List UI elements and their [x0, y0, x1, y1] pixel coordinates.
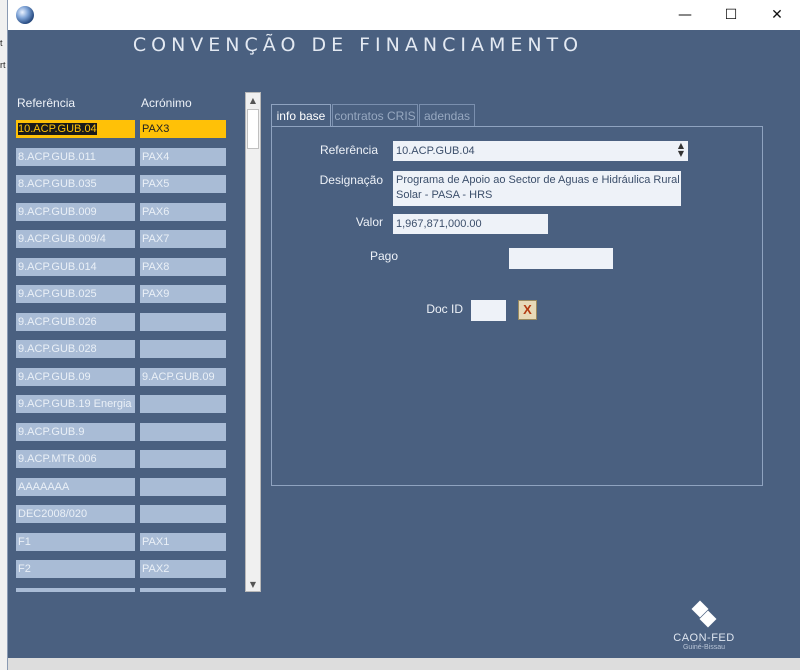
- edge-text-2: rt: [0, 60, 6, 70]
- acronym-cell[interactable]: [140, 423, 226, 441]
- reference-cell-text: 8.ACP.GUB.035: [18, 178, 97, 190]
- acronym-cell[interactable]: [140, 478, 226, 496]
- referencia-spinner[interactable]: ▲ ▼: [676, 142, 686, 158]
- referencia-label: Referência: [319, 143, 378, 157]
- reference-cell[interactable]: AAAAAAA: [16, 478, 135, 496]
- pago-field[interactable]: [509, 248, 613, 269]
- main-content: CONVENÇÃO DE FINANCIAMENTO Referência Ac…: [8, 30, 800, 658]
- acronym-cell[interactable]: 9.ACP.GUB.09: [140, 368, 226, 386]
- acronym-cell[interactable]: [140, 340, 226, 358]
- reference-cell-text: FIN.FED.2003/004-00: [18, 591, 126, 592]
- column-header-acronym: Acrónimo: [141, 96, 192, 110]
- reference-cell-text: 9.ACP.GUB.009/4: [18, 233, 106, 245]
- acronym-cell[interactable]: PAX2: [140, 560, 226, 578]
- reference-cell[interactable]: 8.ACP.GUB.035: [16, 175, 135, 193]
- reference-cell[interactable]: 10.ACP.GUB.04: [16, 120, 135, 138]
- reference-cell-text: 9.ACP.MTR.006: [18, 453, 97, 465]
- reference-cell[interactable]: F1: [16, 533, 135, 551]
- acronym-cell[interactable]: PAX3: [140, 120, 226, 138]
- acronym-cell[interactable]: PAX1: [140, 533, 226, 551]
- acronym-cell[interactable]: [140, 505, 226, 523]
- referencia-value: 10.ACP.GUB.04: [396, 145, 475, 157]
- reference-cell-text: 8.ACP.GUB.011: [18, 151, 96, 163]
- pago-label: Pago: [369, 249, 398, 263]
- tab-adendas[interactable]: adendas: [419, 104, 475, 126]
- acronym-cell[interactable]: [140, 395, 226, 413]
- reference-cell-text: 9.ACP.GUB.025: [18, 288, 97, 300]
- reference-cell-text: 9.ACP.GUB.009: [18, 206, 97, 218]
- reference-cell-text: 9.ACP.GUB.19 Energia: [18, 398, 132, 410]
- minimize-button[interactable]: —: [662, 0, 708, 30]
- acronym-cell[interactable]: PAX5: [140, 175, 226, 193]
- designacao-label: Designação: [319, 173, 383, 187]
- reference-cell-text: 9.ACP.GUB.014: [18, 261, 97, 273]
- tab-contratos-cris[interactable]: contratos CRIS: [332, 104, 418, 126]
- referencia-select[interactable]: 10.ACP.GUB.04 ▲ ▼: [393, 141, 688, 161]
- app-globe-icon: [16, 6, 34, 24]
- reference-cell[interactable]: DEC2008/020: [16, 505, 135, 523]
- app-window: — ☐ ✕ CONVENÇÃO DE FINANCIAMENTO Referên…: [7, 0, 800, 670]
- scroll-down-arrow-icon[interactable]: ▼: [246, 577, 260, 591]
- reference-cell[interactable]: 8.ACP.GUB.011: [16, 148, 135, 166]
- reference-cell[interactable]: 9.ACP.GUB.025: [16, 285, 135, 303]
- reference-cell[interactable]: 9.ACP.GUB.028: [16, 340, 135, 358]
- docid-field[interactable]: [471, 300, 506, 321]
- reference-cell-text: F2: [18, 563, 31, 575]
- logo-emblem-icon: [691, 600, 717, 628]
- column-header-reference: Referência: [17, 96, 76, 110]
- acronym-cell[interactable]: [140, 313, 226, 331]
- acronym-cell[interactable]: PAX8: [140, 258, 226, 276]
- acronym-cell[interactable]: [140, 588, 226, 592]
- tab-info-base[interactable]: info base: [271, 104, 331, 126]
- reference-cell-text: 10.ACP.GUB.04: [18, 123, 97, 135]
- valor-field[interactable]: 1,967,871,000.00: [393, 214, 548, 234]
- status-strip: [8, 658, 800, 670]
- reference-cell[interactable]: 9.ACP.GUB.014: [16, 258, 135, 276]
- reference-cell-text: 9.ACP.GUB.028: [18, 343, 97, 355]
- designacao-field[interactable]: Programa de Apoio ao Sector de Aguas e H…: [393, 171, 681, 206]
- reference-cell[interactable]: 9.ACP.GUB.09: [16, 368, 135, 386]
- acronym-cell[interactable]: PAX4: [140, 148, 226, 166]
- clear-docid-button[interactable]: X: [518, 300, 537, 320]
- reference-cell[interactable]: 9.ACP.GUB.009/4: [16, 230, 135, 248]
- scroll-up-arrow-icon[interactable]: ▲: [246, 93, 260, 107]
- scrollbar-thumb[interactable]: [247, 109, 259, 149]
- reference-cell[interactable]: 9.ACP.GUB.9: [16, 423, 135, 441]
- acronym-cell[interactable]: [140, 450, 226, 468]
- reference-cell-text: 9.ACP.GUB.9: [18, 426, 85, 438]
- acronym-cell[interactable]: PAX9: [140, 285, 226, 303]
- valor-label: Valor: [355, 215, 383, 229]
- reference-cell[interactable]: 9.ACP.GUB.026: [16, 313, 135, 331]
- reference-cell-text: 9.ACP.GUB.09: [18, 371, 91, 383]
- docid-label: Doc ID: [426, 302, 463, 316]
- list-scrollbar[interactable]: ▲ ▼: [245, 92, 261, 592]
- reference-cell[interactable]: F2: [16, 560, 135, 578]
- page-title: CONVENÇÃO DE FINANCIAMENTO: [132, 34, 584, 56]
- acronym-cell[interactable]: PAX7: [140, 230, 226, 248]
- close-button[interactable]: ✕: [754, 0, 800, 30]
- reference-cell[interactable]: 9.ACP.GUB.19 Energia: [16, 395, 135, 413]
- reference-cell-text: DEC2008/020: [18, 508, 88, 520]
- reference-cell-text: 9.ACP.GUB.026: [18, 316, 97, 328]
- caon-fed-logo: CAON-FED Guiné-Bissau: [664, 600, 744, 651]
- title-bar[interactable]: — ☐ ✕: [8, 0, 800, 30]
- maximize-button[interactable]: ☐: [708, 0, 754, 30]
- logo-name: CAON-FED: [673, 632, 735, 644]
- reference-cell-text: AAAAAAA: [18, 481, 70, 493]
- edge-text-1: t: [0, 38, 3, 48]
- reference-cell-text: F1: [18, 536, 31, 548]
- reference-cell[interactable]: 9.ACP.GUB.009: [16, 203, 135, 221]
- reference-cell[interactable]: FIN.FED.2003/004-00: [16, 588, 135, 592]
- acronym-cell[interactable]: PAX6: [140, 203, 226, 221]
- spin-down-icon[interactable]: ▼: [676, 150, 686, 158]
- reference-cell[interactable]: 9.ACP.MTR.006: [16, 450, 135, 468]
- logo-subtitle: Guiné-Bissau: [682, 644, 726, 651]
